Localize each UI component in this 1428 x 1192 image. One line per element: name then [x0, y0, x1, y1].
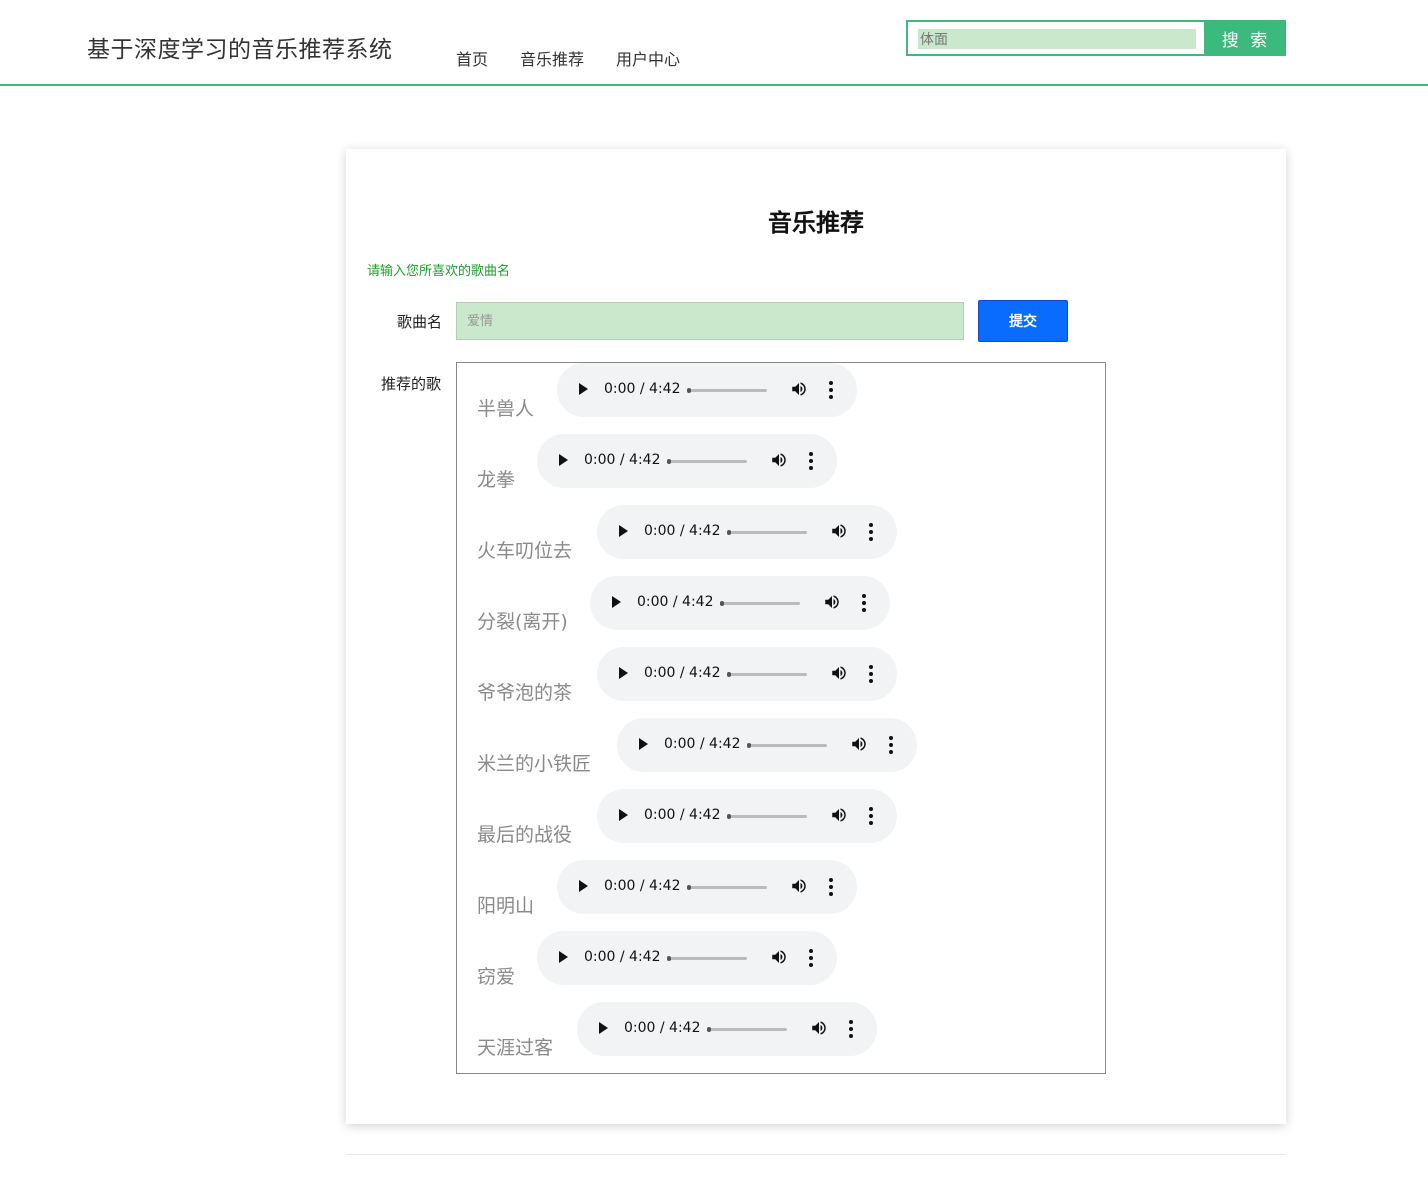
- recommend-card: 音乐推荐 请输入您所喜欢的歌曲名 歌曲名 提交 推荐的歌 半兽人 0:00 / 4…: [346, 149, 1286, 1124]
- more-vert-icon[interactable]: [845, 1019, 857, 1039]
- seek-slider[interactable]: [720, 601, 800, 606]
- song-title: 阳明山: [477, 895, 535, 917]
- time-display: 0:00 / 4:42: [664, 736, 741, 752]
- seek-slider[interactable]: [667, 956, 747, 961]
- song-row: 最后的战役 0:00 / 4:42: [457, 789, 1105, 860]
- seek-slider[interactable]: [687, 885, 767, 890]
- audio-player[interactable]: 0:00 / 4:42: [537, 434, 837, 488]
- audio-player[interactable]: 0:00 / 4:42: [597, 505, 897, 559]
- volume-icon[interactable]: [830, 664, 848, 682]
- song-row: 窃爱 0:00 / 4:42: [457, 931, 1105, 1002]
- song-title: 火车叨位去: [477, 540, 573, 562]
- more-vert-icon[interactable]: [858, 593, 870, 613]
- play-icon[interactable]: [559, 951, 568, 963]
- time-display: 0:00 / 4:42: [604, 381, 681, 397]
- song-row: 半兽人 0:00 / 4:42: [457, 363, 1105, 434]
- song-row: 爷爷泡的茶 0:00 / 4:42: [457, 647, 1105, 718]
- more-vert-icon[interactable]: [865, 664, 877, 684]
- time-display: 0:00 / 4:42: [644, 665, 721, 681]
- page-title: 音乐推荐: [768, 209, 864, 237]
- volume-icon[interactable]: [830, 522, 848, 540]
- nav-home[interactable]: 首页: [456, 46, 488, 70]
- song-row: 米兰的小铁匠 0:00 / 4:42: [457, 718, 1105, 789]
- nav-user-center[interactable]: 用户中心: [616, 46, 680, 70]
- time-display: 0:00 / 4:42: [604, 878, 681, 894]
- audio-player[interactable]: 0:00 / 4:42: [590, 576, 890, 630]
- submit-button[interactable]: 提交: [978, 300, 1068, 342]
- volume-icon[interactable]: [790, 380, 808, 398]
- time-display: 0:00 / 4:42: [584, 452, 661, 468]
- recommended-songs-list: 半兽人 0:00 / 4:42 龙拳 0:00 / 4:42 火车叨位去 0:00 / 4…: [456, 362, 1106, 1074]
- song-title: 天涯过客: [477, 1037, 554, 1059]
- seek-slider[interactable]: [747, 743, 827, 748]
- audio-player[interactable]: 0:00 / 4:42: [597, 789, 897, 843]
- search-button[interactable]: 搜 索: [1206, 20, 1286, 56]
- play-icon[interactable]: [579, 383, 588, 395]
- audio-player[interactable]: 0:00 / 4:42: [597, 647, 897, 701]
- more-vert-icon[interactable]: [825, 380, 837, 400]
- seek-slider[interactable]: [727, 814, 807, 819]
- audio-player[interactable]: 0:00 / 4:42: [617, 718, 917, 772]
- song-title: 米兰的小铁匠: [477, 753, 592, 775]
- search-box: [906, 20, 1206, 56]
- volume-icon[interactable]: [810, 1019, 828, 1037]
- site-header: 基于深度学习的音乐推荐系统 首页 音乐推荐 用户中心 搜 索: [0, 0, 1428, 86]
- volume-icon[interactable]: [770, 451, 788, 469]
- more-vert-icon[interactable]: [865, 522, 877, 542]
- song-name-label: 歌曲名: [397, 313, 443, 331]
- play-icon[interactable]: [619, 667, 628, 679]
- volume-icon[interactable]: [790, 877, 808, 895]
- song-name-input[interactable]: [456, 302, 964, 340]
- seek-slider[interactable]: [707, 1027, 787, 1032]
- song-row: 龙拳 0:00 / 4:42: [457, 434, 1105, 505]
- input-hint: 请输入您所喜欢的歌曲名: [367, 264, 511, 279]
- volume-icon[interactable]: [770, 948, 788, 966]
- play-icon[interactable]: [612, 596, 621, 608]
- song-title: 爷爷泡的茶: [477, 682, 573, 704]
- time-display: 0:00 / 4:42: [584, 949, 661, 965]
- time-display: 0:00 / 4:42: [624, 1020, 701, 1036]
- more-vert-icon[interactable]: [885, 735, 897, 755]
- play-icon[interactable]: [559, 454, 568, 466]
- song-row: 阳明山 0:00 / 4:42: [457, 860, 1105, 931]
- more-vert-icon[interactable]: [825, 877, 837, 897]
- volume-icon[interactable]: [830, 806, 848, 824]
- play-icon[interactable]: [599, 1022, 608, 1034]
- main-nav: 首页 音乐推荐 用户中心: [456, 46, 712, 70]
- seek-slider[interactable]: [727, 672, 807, 677]
- audio-player[interactable]: 0:00 / 4:42: [557, 363, 857, 417]
- song-row: 天涯过客 0:00 / 4:42: [457, 1002, 1105, 1073]
- song-title: 龙拳: [477, 469, 516, 491]
- audio-player[interactable]: 0:00 / 4:42: [537, 931, 837, 985]
- more-vert-icon[interactable]: [805, 948, 817, 968]
- seek-slider[interactable]: [727, 530, 807, 535]
- play-icon[interactable]: [579, 880, 588, 892]
- footer-divider: [346, 1154, 1286, 1155]
- more-vert-icon[interactable]: [805, 451, 817, 471]
- song-title: 分裂(离开): [477, 611, 568, 633]
- nav-music-recommend[interactable]: 音乐推荐: [520, 46, 584, 70]
- recommended-songs-label: 推荐的歌: [381, 375, 442, 393]
- play-icon[interactable]: [639, 738, 648, 750]
- song-title: 半兽人: [477, 398, 535, 420]
- song-row: 火车叨位去 0:00 / 4:42: [457, 505, 1105, 576]
- volume-icon[interactable]: [850, 735, 868, 753]
- audio-player[interactable]: 0:00 / 4:42: [577, 1002, 877, 1056]
- song-title: 最后的战役: [477, 824, 573, 846]
- song-row: 分裂(离开) 0:00 / 4:42: [457, 576, 1105, 647]
- volume-icon[interactable]: [823, 593, 841, 611]
- play-icon[interactable]: [619, 525, 628, 537]
- song-title: 窃爱: [477, 966, 516, 988]
- search-input[interactable]: [918, 29, 1196, 49]
- time-display: 0:00 / 4:42: [644, 807, 721, 823]
- site-title: 基于深度学习的音乐推荐系统: [87, 37, 393, 63]
- time-display: 0:00 / 4:42: [644, 523, 721, 539]
- time-display: 0:00 / 4:42: [637, 594, 714, 610]
- seek-slider[interactable]: [687, 388, 767, 393]
- seek-slider[interactable]: [667, 459, 747, 464]
- more-vert-icon[interactable]: [865, 806, 877, 826]
- audio-player[interactable]: 0:00 / 4:42: [557, 860, 857, 914]
- play-icon[interactable]: [619, 809, 628, 821]
